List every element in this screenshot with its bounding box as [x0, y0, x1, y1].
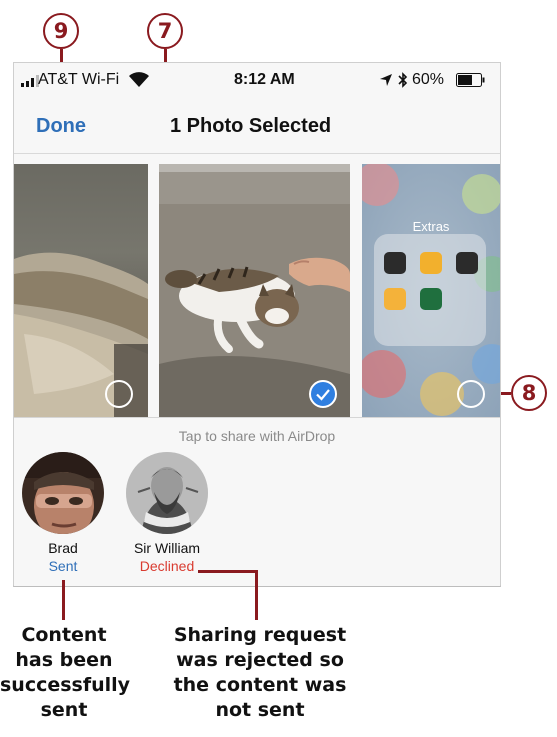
- done-button[interactable]: Done: [36, 115, 86, 138]
- avatar-brad[interactable]: [22, 452, 104, 534]
- status-bar: AT&T Wi-Fi 8:12 AM 60%: [14, 63, 500, 97]
- airdrop-section: Tap to share with AirDrop Brad Sent Sir …: [14, 417, 500, 586]
- callout-7: 7: [147, 13, 183, 49]
- selection-circle[interactable]: [457, 380, 485, 408]
- battery-icon: [456, 73, 486, 92]
- declined-pointer-h: [198, 570, 258, 573]
- photo-strip[interactable]: Extras: [14, 164, 500, 417]
- share-sheet-screen: AT&T Wi-Fi 8:12 AM 60% Done 1 Photo Sele…: [13, 62, 501, 587]
- carrier-label: AT&T Wi-Fi: [38, 71, 120, 88]
- callout-8: 8: [511, 375, 547, 411]
- caption-line: successfully: [0, 674, 131, 696]
- caption-line: sent: [40, 699, 88, 721]
- callout-9: 9: [43, 13, 79, 49]
- caption-line: Sharing request: [173, 624, 347, 646]
- location-icon: [379, 73, 393, 92]
- battery-percent: 60%: [412, 71, 445, 88]
- caption-line: has been: [15, 649, 113, 671]
- nav-bar: Done 1 Photo Selected: [14, 97, 500, 154]
- selection-circle[interactable]: [105, 380, 133, 408]
- photo-thumbnail-bedding[interactable]: [14, 164, 148, 417]
- caption-sent: Content has been successfully sent: [0, 623, 131, 723]
- caption-line: Content: [21, 624, 107, 646]
- sent-pointer-line: [62, 580, 65, 620]
- airdrop-hint: Tap to share with AirDrop: [178, 428, 336, 444]
- caption-line: not sent: [215, 699, 305, 721]
- status-sent: Sent: [48, 558, 78, 574]
- avatar-sir-william[interactable]: [126, 452, 208, 534]
- page-title: 1 Photo Selected: [170, 115, 332, 137]
- person-name: Brad: [48, 540, 78, 556]
- wifi-icon: [129, 72, 149, 93]
- photo-thumbnail-extras[interactable]: Extras: [362, 164, 500, 417]
- caption-line: the content was: [173, 674, 347, 696]
- photo-thumbnail-cat[interactable]: [159, 164, 350, 417]
- extras-folder-label: Extras: [412, 219, 450, 234]
- selected-checkmark[interactable]: [309, 380, 337, 408]
- extras-folder-image: [362, 164, 500, 417]
- caption-line: was rejected so: [176, 649, 344, 671]
- person-name: Sir William: [133, 540, 201, 556]
- bluetooth-icon: [398, 72, 408, 93]
- check-icon: [316, 389, 330, 401]
- time-label: 8:12 AM: [234, 71, 295, 88]
- declined-pointer-v: [255, 570, 258, 620]
- caption-declined: Sharing request was rejected so the cont…: [160, 623, 360, 723]
